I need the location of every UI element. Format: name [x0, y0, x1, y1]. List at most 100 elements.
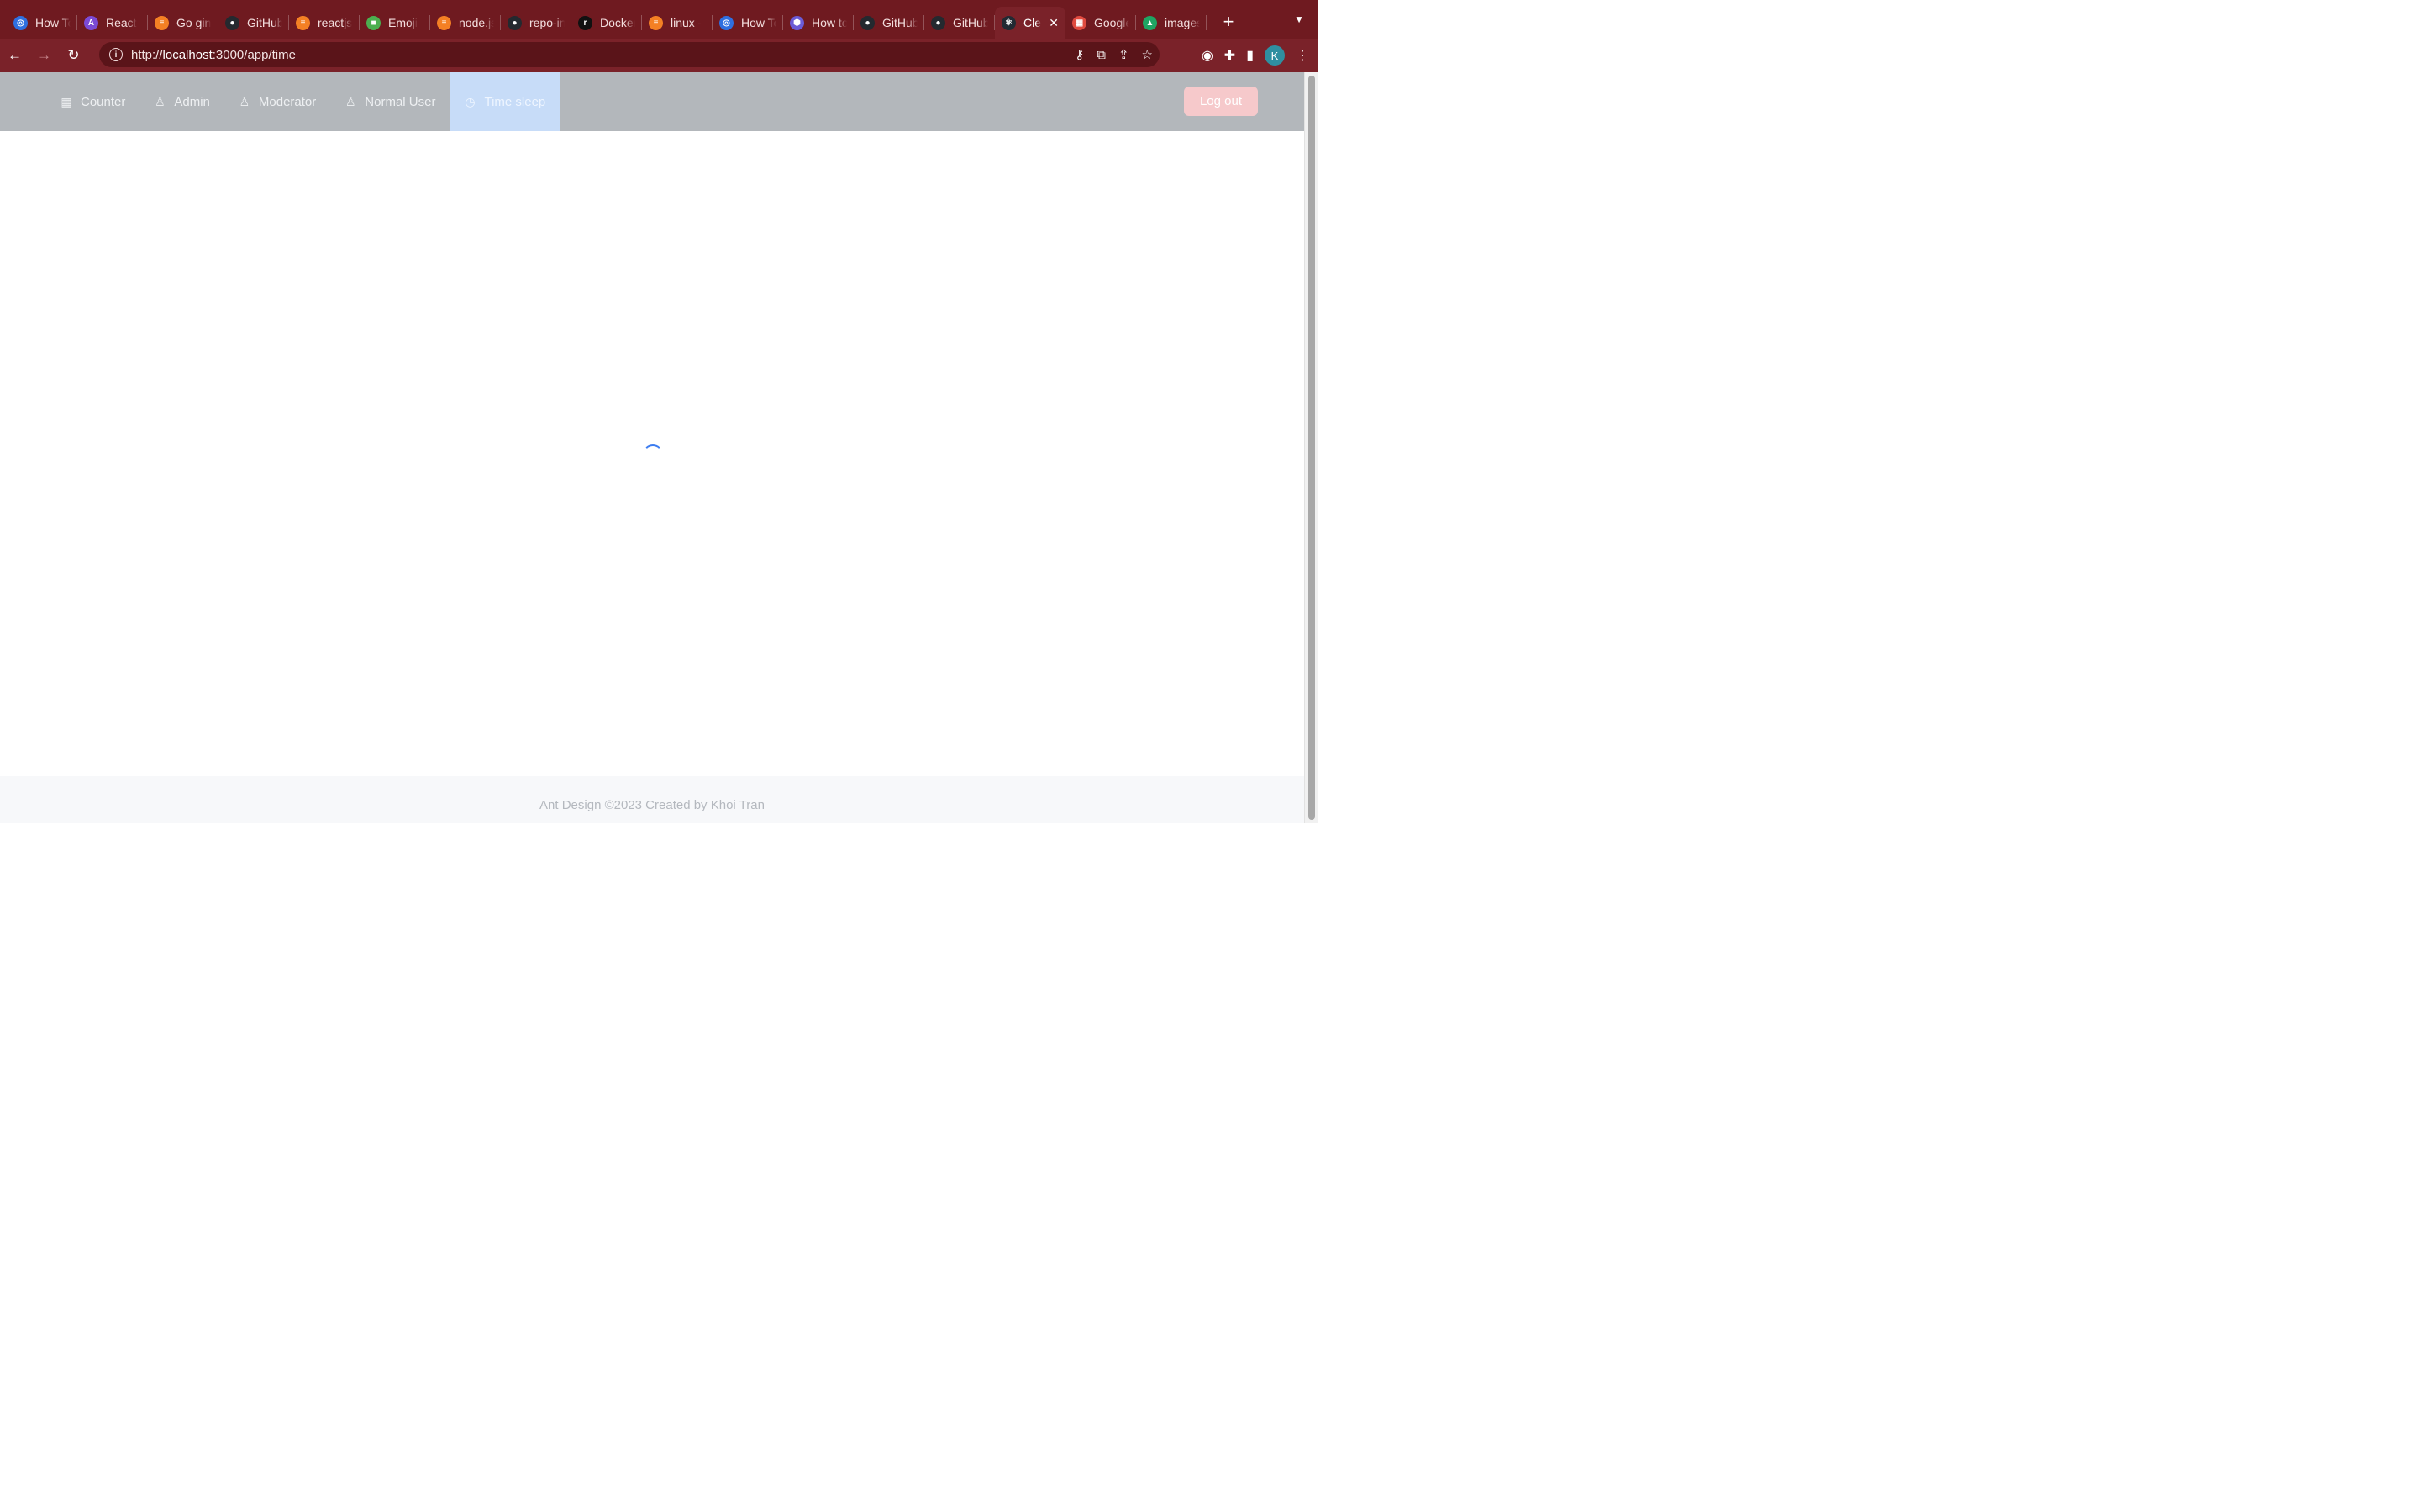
tab-title: images: [1165, 16, 1200, 29]
main-content: [0, 131, 1304, 776]
tab-favicon-icon: ◎: [13, 15, 28, 30]
nav-item-label: Admin: [174, 94, 210, 109]
tab-favicon-icon: r: [578, 15, 592, 30]
nav-item-counter[interactable]: ▦ Counter: [46, 72, 139, 131]
browser-tab[interactable]: ▲ images: [1136, 8, 1207, 38]
clock-icon: ◷: [465, 94, 476, 108]
key-icon[interactable]: ⚷: [1075, 47, 1084, 62]
browser-tab[interactable]: ≡ Go gin: [148, 8, 218, 38]
tab-favicon-icon: ●: [860, 15, 875, 30]
browser-tab[interactable]: A React: [77, 8, 148, 38]
url-text[interactable]: http://localhost:3000/app/time: [131, 48, 296, 62]
browser-tab[interactable]: ◎ How To: [713, 8, 783, 38]
nav-item-admin[interactable]: ♙ Admin: [139, 72, 224, 131]
browser-toolbar: ← → ↻ i http://localhost:3000/app/time ⚷…: [0, 39, 1318, 72]
tab-title: GitHub: [953, 16, 988, 29]
nav-item-time-sleep[interactable]: ◷ Time sleep: [450, 72, 560, 131]
new-tab-button[interactable]: +: [1218, 11, 1239, 33]
reload-icon[interactable]: ↻: [59, 42, 88, 69]
logout-button[interactable]: Log out: [1184, 87, 1258, 116]
user-icon: ♙: [155, 94, 166, 108]
tab-favicon-icon: ≡: [437, 15, 451, 30]
tab-favicon-icon: ≡: [155, 15, 169, 30]
share-icon[interactable]: ⇪: [1118, 47, 1129, 62]
back-icon[interactable]: ←: [0, 42, 29, 69]
tab-close-icon[interactable]: ✕: [1045, 16, 1059, 30]
tab-favicon-icon: ≡: [296, 15, 310, 30]
user-icon: ♙: [239, 94, 250, 108]
footer-text: Ant Design ©2023 Created by Khoi Tran: [539, 797, 765, 812]
tab-favicon-icon: ●: [931, 15, 945, 30]
browser-tab-active[interactable]: ⚛ Cle ✕: [995, 7, 1065, 39]
tab-title: node.js: [459, 16, 494, 29]
tab-favicon-icon: ●: [508, 15, 522, 30]
extension-owl-icon[interactable]: ◉: [1202, 47, 1213, 64]
tab-favicon-icon: ≡: [649, 15, 663, 30]
app-header: ▦ Counter ♙ Admin ♙ Moderator ♙ Normal User ◷ Tim…: [0, 72, 1304, 131]
tab-favicon-icon: ⚛: [1002, 15, 1016, 30]
extensions-puzzle-icon[interactable]: ✚: [1224, 47, 1235, 64]
page-footer: Ant Design ©2023 Created by Khoi Tran: [0, 776, 1304, 823]
site-info-icon[interactable]: i: [109, 48, 123, 61]
nav-item-moderator[interactable]: ♙ Moderator: [224, 72, 330, 131]
browser-tab[interactable]: ≡ node.js: [430, 8, 501, 38]
url-scheme: http://: [131, 47, 163, 62]
tab-title: Docker: [600, 16, 635, 29]
tab-title: How to: [812, 16, 847, 29]
browser-tab[interactable]: ● GitHub: [924, 8, 995, 38]
open-external-icon[interactable]: ⧉: [1097, 48, 1106, 62]
browser-tab[interactable]: r Docker: [571, 8, 642, 38]
browser-menu-icon[interactable]: ⋮: [1296, 47, 1309, 64]
tab-title: Google: [1094, 16, 1129, 29]
browser-tab[interactable]: ● repo-in: [501, 8, 571, 38]
browser-tab[interactable]: ▦ Google: [1065, 8, 1136, 38]
browser-tab[interactable]: ● GitHub: [218, 8, 289, 38]
nav-item-label: Time sleep: [484, 94, 546, 109]
calculator-icon: ▦: [60, 94, 72, 108]
url-path: :3000/app/time: [212, 47, 296, 62]
url-host: localhost: [162, 47, 213, 62]
browser-tab[interactable]: ≡ linux -: [642, 8, 713, 38]
side-panel-icon[interactable]: ▮: [1246, 47, 1254, 64]
tab-title: GitHub: [247, 16, 282, 29]
tab-favicon-icon: ▦: [1072, 15, 1086, 30]
scrollbar-thumb[interactable]: [1308, 76, 1315, 820]
profile-avatar[interactable]: K: [1265, 45, 1285, 66]
user-icon: ♙: [345, 94, 356, 108]
browser-tab[interactable]: ● GitHub: [854, 8, 924, 38]
tab-favicon-icon: A: [84, 15, 98, 30]
tab-favicon-icon: ⬢: [790, 15, 804, 30]
browser-tab[interactable]: ■ Emoji: [360, 8, 430, 38]
top-nav-menu: ▦ Counter ♙ Admin ♙ Moderator ♙ Normal User ◷ Tim…: [0, 72, 560, 131]
tab-favicon-icon: ●: [225, 15, 239, 30]
browser-tab-strip: ◎ How To A React ≡ Go gin ● GitHub ≡ reactjs ■ Emoj…: [0, 0, 1318, 39]
tab-list: ◎ How To A React ≡ Go gin ● GitHub ≡ reactjs ■ Emoj…: [0, 0, 1239, 39]
browser-tab[interactable]: ⬢ How to: [783, 8, 854, 38]
browser-tab[interactable]: ◎ How To: [7, 8, 77, 38]
tab-favicon-icon: ◎: [719, 15, 734, 30]
nav-item-label: Normal User: [365, 94, 436, 109]
tab-title: GitHub: [882, 16, 918, 29]
tab-title: Go gin: [176, 16, 212, 29]
tab-title: linux -: [671, 16, 702, 29]
tab-title: How To: [741, 16, 776, 29]
nav-item-label: Counter: [81, 94, 126, 109]
bookmark-star-icon[interactable]: ☆: [1142, 47, 1153, 62]
page-viewport: ▦ Counter ♙ Admin ♙ Moderator ♙ Normal User ◷ Tim…: [0, 72, 1304, 823]
loading-spinner-icon: [643, 444, 663, 465]
tab-title: React: [106, 16, 137, 29]
tab-title: Emoji: [388, 16, 418, 29]
address-bar[interactable]: i http://localhost:3000/app/time ⚷ ⧉ ⇪ ☆: [99, 42, 1160, 67]
forward-icon[interactable]: →: [29, 42, 59, 69]
browser-tab[interactable]: ≡ reactjs: [289, 8, 360, 38]
tab-title: reactjs: [318, 16, 353, 29]
nav-item-label: Moderator: [258, 94, 317, 109]
tab-favicon-icon: ■: [366, 15, 381, 30]
tab-title: How To: [35, 16, 71, 29]
nav-item-normal-user[interactable]: ♙ Normal User: [330, 72, 450, 131]
tab-search-icon[interactable]: ▼: [1294, 13, 1304, 25]
tab-title: repo-in: [529, 16, 565, 29]
tab-favicon-icon: ▲: [1143, 15, 1157, 30]
page-scrollbar[interactable]: [1304, 72, 1318, 823]
tab-title: Cle: [1023, 16, 1042, 29]
